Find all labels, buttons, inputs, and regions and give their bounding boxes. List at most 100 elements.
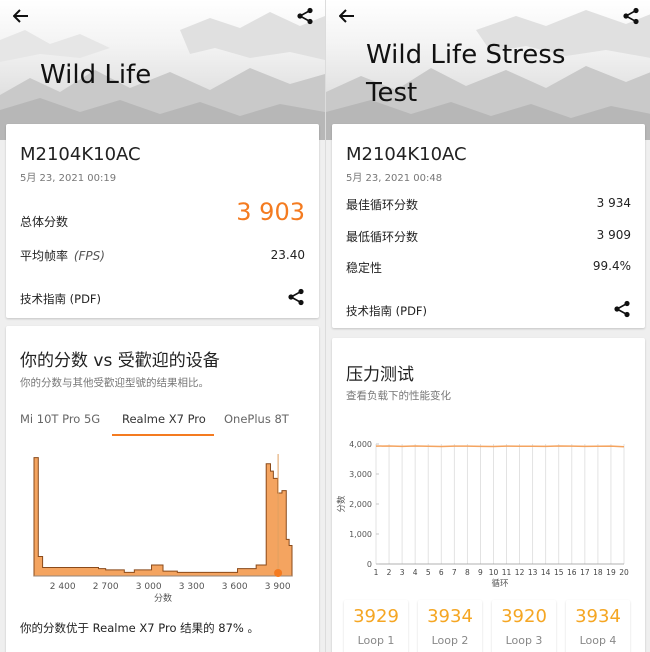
stress-x-tick: 7 [452, 568, 457, 577]
stress-test-hero: Wild Life Stress Test [326, 0, 650, 140]
share-icon [614, 300, 630, 318]
fps-label: 平均帧率 (FPS) [20, 247, 105, 264]
best-loop-value: 3 934 [596, 196, 631, 210]
active-tab-indicator [112, 434, 214, 436]
loop-1-score: 3929 [353, 606, 399, 627]
distribution-x-tick: 2 400 [50, 582, 76, 592]
loop-2-score: 3934 [427, 606, 473, 627]
stress-test-panel: Wild Life Stress Test M2104K10AC 5月 23, … [325, 0, 650, 652]
stress-line-chart: 01,0002,0003,0004,000 1 2 3 4 5 6 7 8 9 10 11 12 13 1… [336, 440, 629, 589]
stress-x-tick: 8 [465, 568, 470, 577]
fps-label-text: 平均帧率 [20, 249, 69, 263]
stress-series-line [375, 445, 625, 448]
back-button[interactable] [334, 4, 360, 28]
loop-3-label: Loop 3 [505, 634, 543, 647]
stress-y-axis-label: 分数 [336, 495, 347, 513]
stress-y-tick: 2,000 [349, 500, 372, 509]
back-button[interactable] [8, 4, 34, 28]
overall-score-value: 3 903 [236, 198, 305, 226]
back-arrow-icon [339, 9, 354, 23]
best-loop-label: 最佳循环分数 [346, 198, 419, 212]
stress-x-tick: 17 [580, 568, 590, 577]
wild-life-hero: Wild Life [0, 0, 325, 140]
loop-4-label: Loop 4 [579, 634, 617, 647]
share-button-top[interactable] [618, 4, 644, 28]
stress-y-tick: 4,000 [349, 440, 372, 449]
stress-result-card: M2104K10AC 5月 23, 2021 00:48 最佳循环分数 3 93… [332, 124, 645, 328]
stability-value: 99.4% [592, 259, 631, 273]
loop-card-4: 3934 Loop 4 [566, 600, 630, 652]
page-title-line-2: Test [366, 78, 418, 108]
stress-x-tick: 4 [413, 568, 418, 577]
stress-x-tick: 11 [502, 568, 512, 577]
your-score-marker-dot [274, 569, 283, 577]
stress-x-tick: 6 [439, 568, 444, 577]
stress-y-tick: 0 [367, 560, 372, 569]
test-date: 5月 23, 2021 00:48 [346, 173, 443, 184]
stress-x-tick: 19 [606, 568, 616, 577]
loop-1-label: Loop 1 [357, 634, 395, 647]
comparison-title: 你的分数 vs 受歡迎的设备 [20, 351, 220, 371]
loop-3-score: 3920 [501, 606, 547, 627]
distribution-x-tick: 3 300 [179, 582, 205, 592]
stress-title: 压力测试 [346, 365, 414, 385]
share-icon [297, 7, 313, 25]
stress-x-tick: 3 [400, 568, 405, 577]
page-title: Wild Life [40, 60, 152, 90]
distribution-x-axis-label: 分数 [154, 592, 172, 604]
stress-y-tick: 1,000 [349, 530, 372, 539]
share-button[interactable] [613, 300, 631, 322]
comparison-card: 你的分数 vs 受歡迎的设备 你的分数与其他受歡迎型號的结果相比。 Mi 10T… [6, 326, 319, 652]
stress-x-tick: 20 [619, 568, 629, 577]
stress-x-tick: 16 [567, 568, 577, 577]
tech-guide-link[interactable]: 技术指南 (PDF) [346, 303, 427, 319]
stress-subtitle: 查看负载下的性能变化 [346, 390, 451, 402]
stress-chart-card: 压力测试 查看负载下的性能变化 0 1,000 2,000 3,000 4,000 12… [332, 338, 645, 652]
stress-x-tick: 2 [387, 568, 392, 577]
stress-x-tick: 1 [374, 568, 379, 577]
share-icon [623, 7, 639, 25]
share-button[interactable] [287, 288, 305, 310]
worst-loop-label: 最低循环分数 [346, 230, 419, 244]
stress-x-tick: 13 [528, 568, 538, 577]
distribution-x-tick: 3 900 [265, 582, 291, 592]
score-distribution-chart: 2 400 2 700 3 000 3 300 3 600 3 900 分数 [33, 454, 293, 604]
device-name: M2104K10AC [346, 144, 467, 165]
wild-life-panel: Wild Life M2104K10AC 5月 23, 2021 00:19 总… [0, 0, 325, 652]
comparison-subtitle: 你的分数与其他受歡迎型號的结果相比。 [20, 377, 209, 389]
loop-card-1: 3929 Loop 1 [344, 600, 408, 652]
stress-x-tick: 9 [478, 568, 483, 577]
stress-x-tick: 5 [426, 568, 431, 577]
stress-x-tick: 15 [554, 568, 564, 577]
worst-loop-value: 3 909 [596, 228, 631, 242]
result-card: M2104K10AC 5月 23, 2021 00:19 总体分数 3 903 … [6, 124, 319, 318]
distribution-x-tick: 3 000 [136, 582, 162, 592]
stress-y-tick: 3,000 [349, 470, 372, 479]
distribution-x-tick: 3 600 [222, 582, 248, 592]
loop-card-3: 3920 Loop 3 [492, 600, 556, 652]
stress-x-tick: 12 [515, 568, 525, 577]
back-arrow-icon [13, 9, 28, 23]
stability-label: 稳定性 [346, 261, 383, 275]
loop-2-label: Loop 2 [431, 634, 469, 647]
test-date: 5月 23, 2021 00:19 [20, 173, 117, 184]
fps-unit: (FPS) [73, 249, 105, 263]
stress-x-tick: 14 [541, 568, 551, 577]
distribution-area [33, 457, 293, 577]
tab-mi-10t-pro-5g[interactable]: Mi 10T Pro 5G [20, 412, 100, 426]
stress-x-axis-label: 循环 [491, 578, 509, 589]
device-name: M2104K10AC [20, 144, 141, 165]
distribution-x-tick: 2 700 [93, 582, 119, 592]
tab-oneplus-8t[interactable]: OnePlus 8T [224, 412, 289, 426]
loop-4-score: 3934 [575, 606, 621, 627]
stress-x-tick: 10 [489, 568, 499, 577]
tab-realme-x7-pro[interactable]: Realme X7 Pro [122, 412, 206, 426]
loop-card-2: 3934 Loop 2 [418, 600, 482, 652]
page-title-line-1: Wild Life Stress [366, 40, 566, 70]
tech-guide-link[interactable]: 技术指南 (PDF) [20, 291, 101, 307]
stress-x-tick: 18 [593, 568, 603, 577]
share-button-top[interactable] [292, 4, 318, 28]
share-icon [288, 288, 304, 306]
overall-score-label: 总体分数 [20, 215, 69, 229]
comparison-footer: 你的分数优于 Realme X7 Pro 结果的 87% 。 [20, 621, 259, 635]
